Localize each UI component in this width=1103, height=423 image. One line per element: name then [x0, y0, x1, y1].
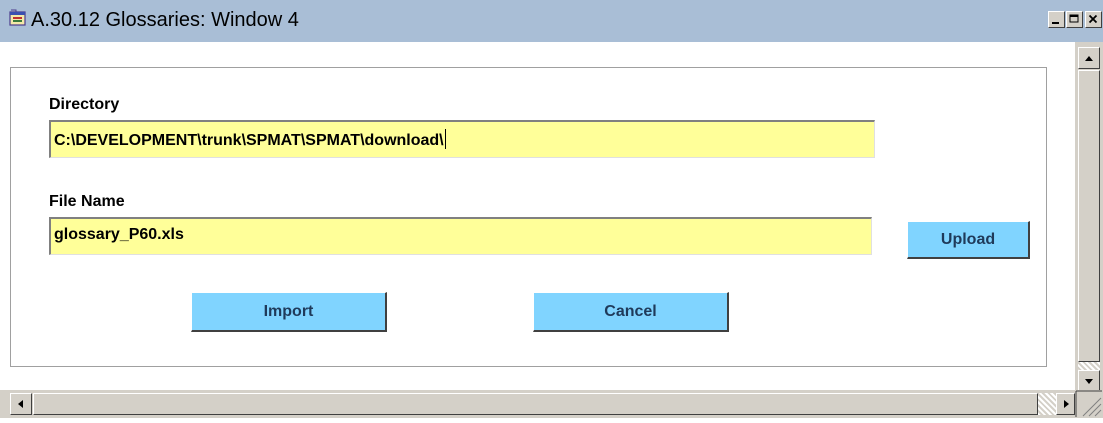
scroll-right-button[interactable] — [1056, 393, 1075, 415]
arrow-right-icon — [1064, 400, 1069, 408]
filename-input-value: glossary_P60.xls — [54, 226, 184, 243]
scroll-left-button[interactable] — [10, 393, 32, 415]
filename-input[interactable]: glossary_P60.xls — [49, 217, 872, 255]
app-form-icon[interactable] — [8, 8, 28, 28]
window-titlebar[interactable]: A.30.12 Glossaries: Window 4 — [0, 0, 1103, 42]
directory-input-value: C:\DEVELOPMENT\trunk\SPMAT\SPMAT\downloa… — [54, 132, 444, 149]
import-button[interactable]: Import — [191, 292, 387, 332]
horizontal-scroll-track[interactable] — [1038, 393, 1056, 415]
window-content: Directory C:\DEVELOPMENT\trunk\SPMAT\SPM… — [0, 42, 1075, 390]
maximize-button[interactable] — [1066, 11, 1083, 28]
directory-input[interactable]: C:\DEVELOPMENT\trunk\SPMAT\SPMAT\downloa… — [49, 120, 875, 158]
filename-label: File Name — [49, 193, 125, 210]
scroll-up-button[interactable] — [1078, 47, 1100, 69]
directory-label: Directory — [49, 96, 120, 113]
arrow-down-icon — [1085, 379, 1093, 384]
vertical-scroll-thumb[interactable] — [1078, 70, 1100, 362]
cancel-button[interactable]: Cancel — [533, 292, 729, 332]
horizontal-scrollbar[interactable] — [0, 390, 1103, 418]
resize-grip-icon — [1075, 390, 1102, 417]
text-cursor — [444, 129, 446, 149]
minimize-icon — [1052, 22, 1059, 24]
vertical-scrollbar[interactable] — [1075, 42, 1103, 392]
arrow-left-icon — [18, 400, 23, 408]
scrollbar-corner — [1075, 390, 1103, 418]
maximize-icon — [1069, 14, 1079, 23]
import-form-panel: Directory C:\DEVELOPMENT\trunk\SPMAT\SPM… — [10, 67, 1047, 367]
horizontal-scroll-thumb[interactable] — [33, 393, 1038, 415]
window-title: A.30.12 Glossaries: Window 4 — [31, 9, 299, 31]
close-button[interactable] — [1085, 11, 1102, 28]
minimize-button[interactable] — [1048, 11, 1065, 28]
scroll-down-button[interactable] — [1078, 370, 1100, 392]
close-icon — [1088, 14, 1098, 24]
arrow-up-icon — [1085, 56, 1093, 61]
upload-button[interactable]: Upload — [907, 221, 1030, 259]
